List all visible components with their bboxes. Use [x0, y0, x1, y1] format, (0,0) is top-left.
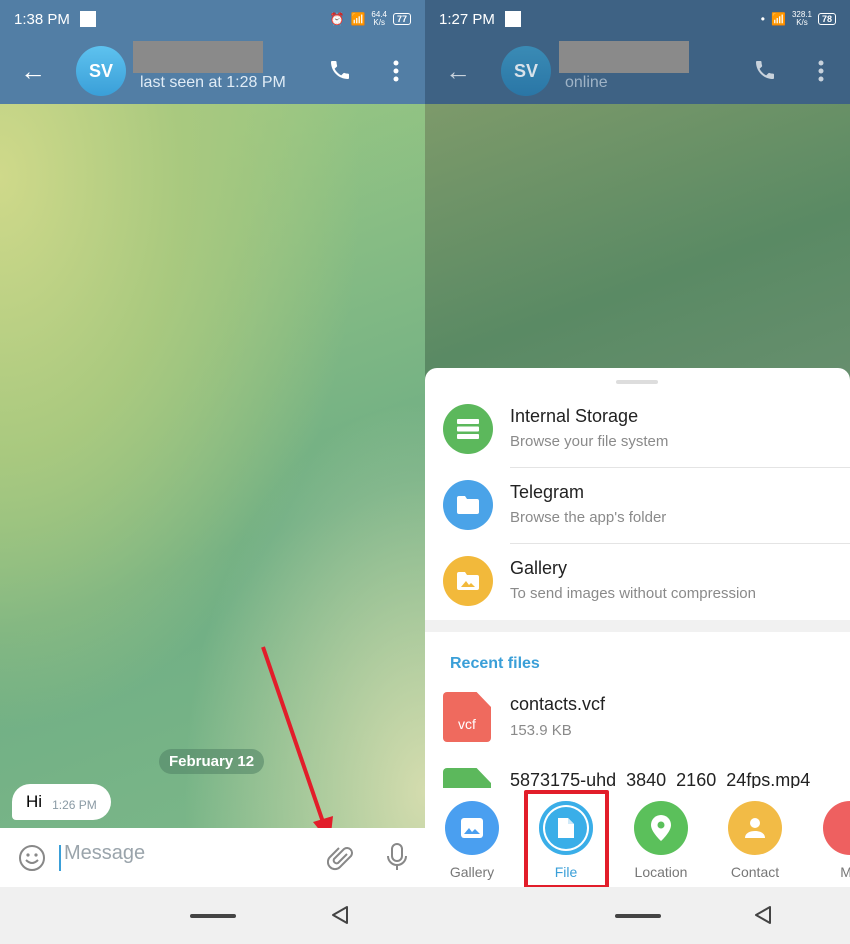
navigation-bar — [425, 887, 850, 944]
avatar[interactable]: SV — [501, 46, 551, 96]
attach-label: Location — [634, 864, 688, 880]
option-description: Browse your file system — [510, 433, 669, 450]
contact-icon — [728, 801, 782, 855]
attach-sheet: Internal Storage Browse your file system… — [425, 368, 850, 818]
phone-icon[interactable] — [753, 58, 777, 82]
back-nav-icon[interactable] — [753, 905, 773, 925]
chat-screen: 1:38 PM ⏰ 📶 64.4 K/s 77 ← SV last seen at … — [0, 0, 425, 944]
attach-music-button[interactable]: Mu — [810, 801, 850, 880]
option-telegram[interactable]: Telegram Browse the app's folder — [425, 468, 850, 544]
attach-gallery-button[interactable]: Gallery — [432, 801, 512, 880]
microphone-icon[interactable] — [386, 842, 408, 872]
option-title: Internal Storage — [510, 406, 639, 426]
gallery-icon — [445, 801, 499, 855]
file-size: 153.9 KB — [510, 722, 572, 739]
attach-contact-button[interactable]: Contact — [715, 801, 795, 880]
attach-file-screen: 1:27 PM • 📶 328.1 K/s 78 ← SV online Inter… — [425, 0, 850, 944]
option-title: Gallery — [510, 558, 568, 578]
back-arrow-icon[interactable]: ← — [445, 56, 471, 87]
home-button[interactable] — [615, 914, 661, 918]
chat-background-dimmed — [425, 104, 850, 384]
network-speed: 328.1 K/s — [791, 10, 812, 27]
option-title: Telegram — [510, 482, 585, 502]
battery-icon: 78 — [817, 13, 836, 25]
file-item[interactable]: vcf contacts.vcf 153.9 KB — [425, 692, 850, 768]
option-description: To send images without compression — [510, 585, 756, 602]
file-name: contacts.vcf — [510, 694, 606, 714]
vcf-file-icon: vcf — [443, 692, 491, 742]
recent-files-header: Recent files — [450, 655, 540, 672]
online-status: online — [565, 74, 608, 91]
contact-name-redacted — [559, 41, 689, 73]
back-nav-icon[interactable] — [330, 905, 350, 925]
attach-location-button[interactable]: Location — [621, 801, 701, 880]
attach-label: Gallery — [449, 864, 495, 880]
status-bar: 1:27 PM • 📶 328.1 K/s 78 — [425, 0, 850, 38]
folder-icon — [443, 480, 493, 530]
attach-label: Contact — [730, 864, 780, 880]
attach-type-bar: Gallery File Location Contact Mu — [425, 788, 850, 889]
message-input[interactable] — [64, 842, 294, 865]
highlight-box — [524, 790, 609, 889]
storage-icon — [443, 404, 493, 454]
home-button[interactable] — [190, 914, 236, 918]
dot-icon: • — [760, 12, 765, 26]
music-icon — [823, 801, 850, 855]
option-gallery[interactable]: Gallery To send images without compressi… — [425, 544, 850, 620]
text-cursor — [59, 845, 61, 871]
status-time: 1:27 PM — [439, 10, 495, 28]
attach-label: Mu — [840, 864, 850, 880]
notification-icon — [504, 11, 521, 27]
divider — [425, 620, 850, 632]
navigation-bar — [0, 887, 425, 944]
annotation-arrow — [261, 646, 333, 843]
option-description: Browse the app's folder — [510, 509, 667, 526]
attach-icon[interactable] — [327, 844, 353, 872]
wifi-icon: 📶 — [771, 12, 786, 26]
image-folder-icon — [443, 556, 493, 606]
emoji-icon[interactable] — [18, 844, 46, 872]
message-input-bar — [0, 828, 425, 887]
location-icon — [634, 801, 688, 855]
chat-header: 1:27 PM • 📶 328.1 K/s 78 ← SV online — [425, 0, 850, 104]
option-internal-storage[interactable]: Internal Storage Browse your file system — [425, 392, 850, 468]
more-options-icon[interactable] — [817, 60, 825, 82]
sheet-handle[interactable] — [616, 380, 658, 384]
